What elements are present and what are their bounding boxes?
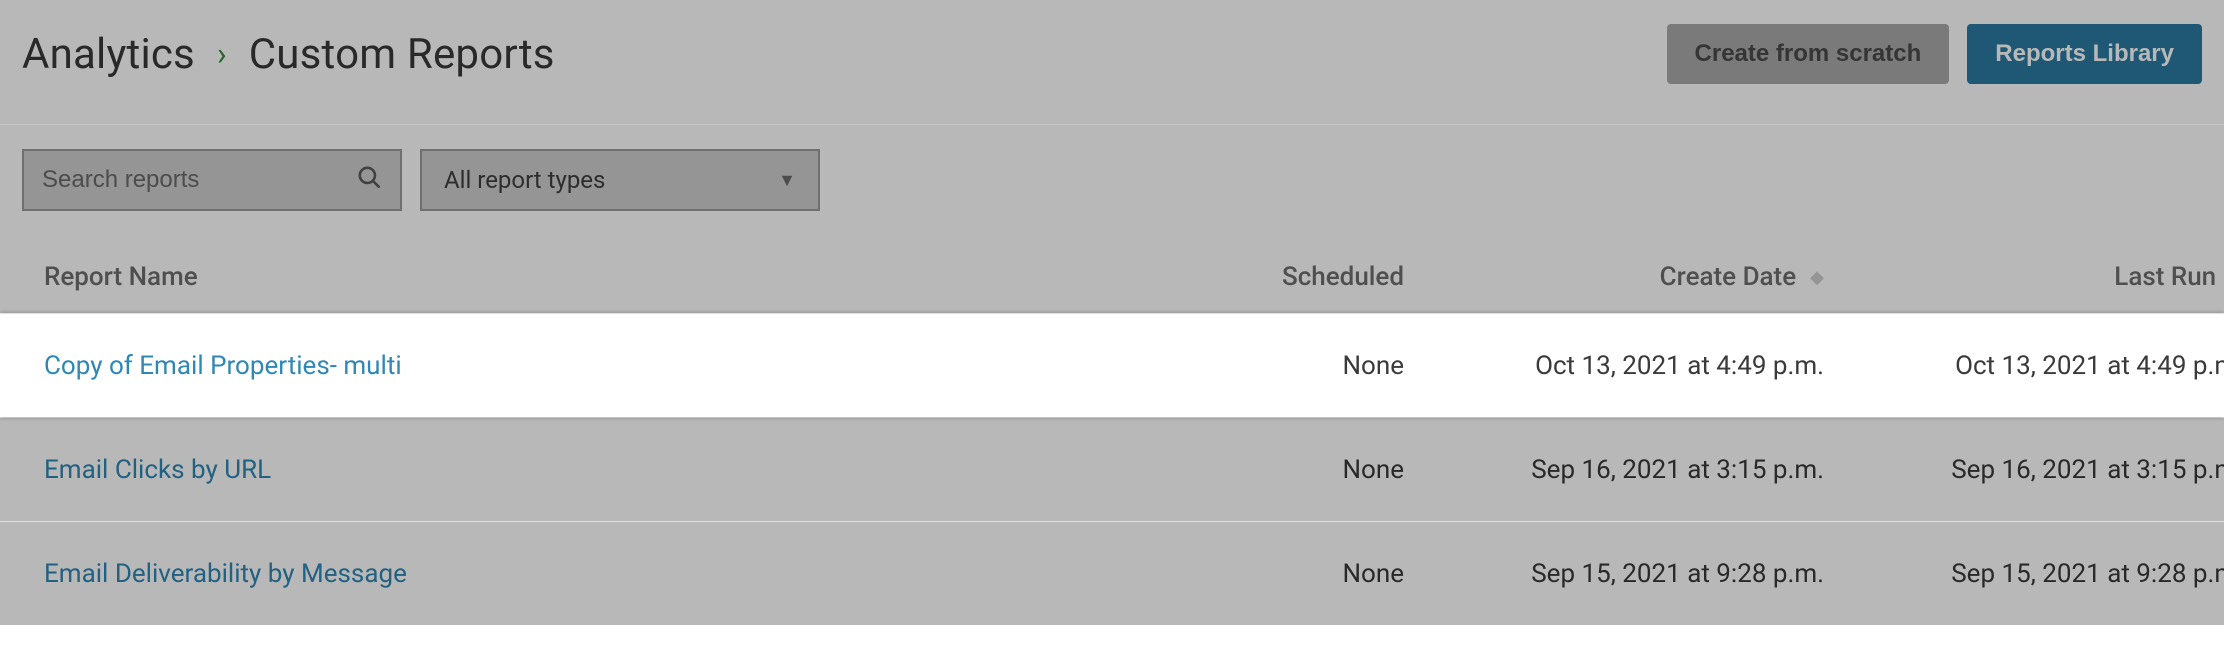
create-from-scratch-button[interactable]: Create from scratch [1667,24,1950,84]
reports-table: Report Name Scheduled Create Date ◆ Last… [0,241,2224,625]
reports-library-button[interactable]: Reports Library [1967,24,2202,84]
report-name-link[interactable]: Email Clicks by URL [44,455,1144,485]
header-actions: Create from scratch Reports Library [1667,24,2202,84]
cell-create-date: Sep 16, 2021 at 3:15 p.m. [1404,455,1824,485]
cell-create-date: Oct 13, 2021 at 4:49 p.m. [1404,351,1824,381]
table-row[interactable]: Copy of Email Properties- multi None Oct… [0,313,2224,417]
report-type-selected-label: All report types [444,166,605,194]
col-report-name-label: Report Name [44,262,198,292]
breadcrumb-root[interactable]: Analytics [22,30,195,79]
col-last-run[interactable]: Last Run ◆ [1824,262,2224,292]
cell-last-run: Oct 13, 2021 at 4:49 p.m. [1824,351,2224,381]
report-name-link[interactable]: Copy of Email Properties- multi [44,351,1144,381]
report-type-select[interactable]: All report types ▼ [420,149,820,211]
table-row[interactable]: Email Clicks by URL None Sep 16, 2021 at… [0,417,2224,521]
search-input-wrap[interactable] [22,149,402,211]
table-header: Report Name Scheduled Create Date ◆ Last… [0,241,2224,313]
col-scheduled-label: Scheduled [1282,262,1404,292]
table-row[interactable]: Email Deliverability by Message None Sep… [0,521,2224,625]
filters-row: All report types ▼ [0,125,2224,241]
col-report-name[interactable]: Report Name [44,262,1144,292]
col-create-date[interactable]: Create Date ◆ [1404,262,1824,292]
cell-scheduled: None [1144,559,1404,589]
sort-icon: ◆ [1810,267,1824,288]
top-bar: Analytics › Custom Reports Create from s… [0,0,2224,125]
col-last-run-label: Last Run [2114,262,2216,292]
cell-scheduled: None [1144,351,1404,381]
cell-last-run: Sep 16, 2021 at 3:15 p.m. [1824,455,2224,485]
col-scheduled[interactable]: Scheduled [1144,262,1404,292]
search-input[interactable] [42,166,356,194]
search-icon [356,164,382,197]
cell-create-date: Sep 15, 2021 at 9:28 p.m. [1404,559,1824,589]
breadcrumb-current: Custom Reports [249,30,555,79]
report-name-link[interactable]: Email Deliverability by Message [44,559,1144,589]
caret-down-icon: ▼ [778,170,796,191]
breadcrumb: Analytics › Custom Reports [22,30,555,79]
cell-scheduled: None [1144,455,1404,485]
cell-last-run: Sep 15, 2021 at 9:28 p.m. [1824,559,2224,589]
chevron-right-icon: › [217,35,227,73]
col-create-date-label: Create Date [1660,262,1797,292]
